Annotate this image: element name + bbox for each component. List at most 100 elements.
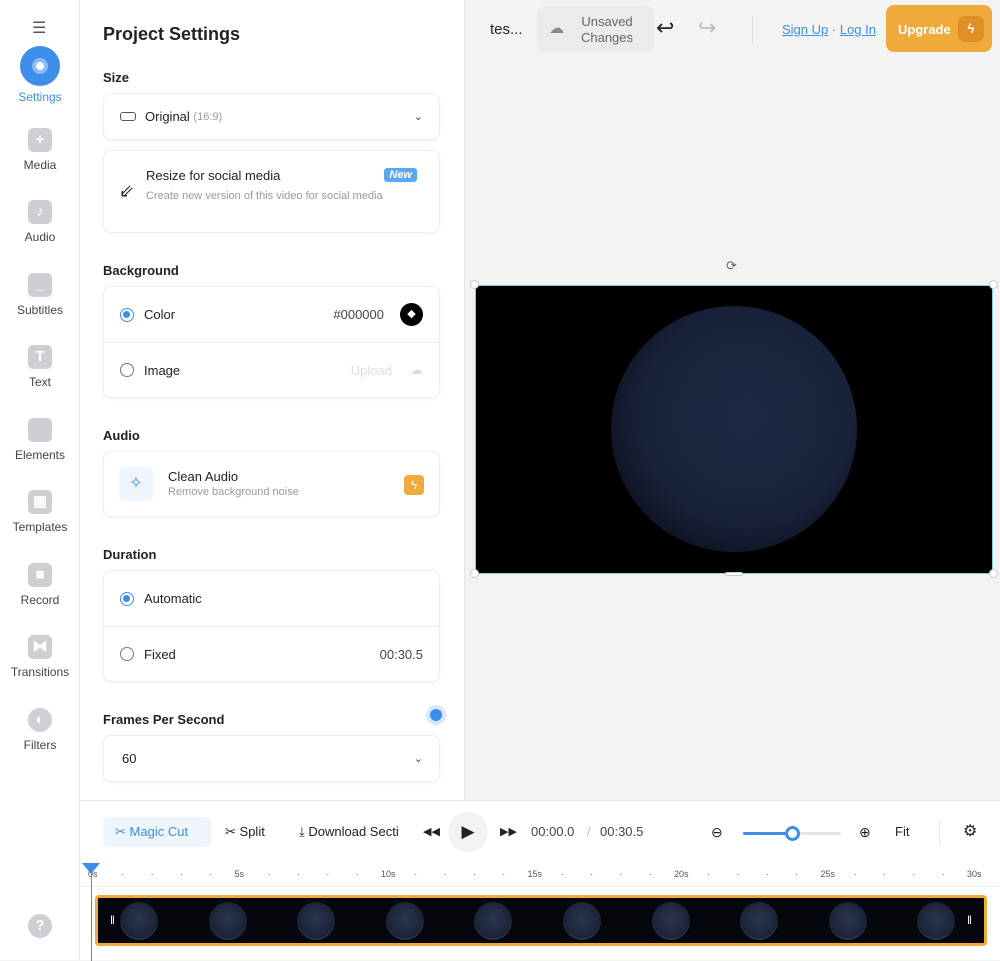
color-radio[interactable]: [120, 307, 134, 322]
music-icon: ♪: [28, 200, 52, 224]
playhead[interactable]: [82, 863, 100, 961]
clean-audio-card[interactable]: ✧ Clean Audio Remove background noise ϟ: [103, 451, 440, 517]
resize-handle[interactable]: [725, 572, 743, 576]
project-name[interactable]: tes...: [490, 21, 523, 38]
duration-fixed-option[interactable]: Fixed 00:30.5: [104, 626, 439, 681]
split-button[interactable]: ✂ Split: [225, 817, 265, 847]
menu-icon[interactable]: ☰: [32, 18, 47, 38]
zoom-out-icon[interactable]: ⊖: [711, 817, 723, 847]
resize-social-card[interactable]: ⇙ Resize for social media Create new ver…: [103, 150, 440, 233]
transitions-icon: ⧓: [28, 635, 52, 659]
sidebar-item-elements[interactable]: Elements: [0, 418, 80, 462]
divider: [939, 821, 940, 845]
rotate-icon[interactable]: ⟳: [726, 258, 737, 274]
clean-audio-title: Clean Audio: [168, 469, 239, 484]
sidebar-item-label: Filters: [23, 738, 57, 752]
fixed-duration-value[interactable]: 00:30.5: [380, 647, 423, 662]
resize-handle[interactable]: [989, 569, 998, 578]
sidebar-item-label: Templates: [12, 520, 68, 534]
ruler-tick: ·: [765, 869, 769, 879]
duration-card: Automatic Fixed 00:30.5: [103, 570, 440, 682]
redo-icon[interactable]: ↪: [698, 15, 716, 41]
log-in-link[interactable]: Log In: [840, 22, 876, 37]
page-title: Project Settings: [103, 24, 241, 44]
sidebar-item-label: Elements: [14, 448, 66, 462]
background-color-option[interactable]: Color #000000 ◆: [104, 287, 439, 342]
undo-icon[interactable]: ↩: [656, 15, 674, 41]
fps-select[interactable]: 60 ⌄: [103, 735, 440, 782]
play-button[interactable]: ▶: [448, 812, 488, 852]
filters-icon: ◐: [28, 708, 52, 732]
upgrade-button[interactable]: Upgrade ϟ: [886, 5, 992, 52]
fixed-label: Fixed: [144, 646, 176, 662]
background-card: Color #000000 ◆ Image Upload ☁: [103, 286, 440, 398]
ruler-tick: ·: [560, 869, 564, 879]
automatic-radio[interactable]: [120, 591, 134, 606]
sidebar-item-text[interactable]: T Text: [0, 345, 80, 389]
paint-bucket-icon[interactable]: ◆: [400, 303, 423, 326]
ruler-tick: ·: [150, 869, 154, 879]
clip-trim-handle-left[interactable]: ‖: [110, 913, 115, 927]
sidebar-item-label: Text: [28, 375, 51, 389]
text-icon: T: [28, 345, 52, 369]
separator: ·: [831, 22, 837, 37]
fit-button[interactable]: Fit: [895, 817, 909, 847]
background-image-option[interactable]: Image Upload ☁: [104, 342, 439, 397]
split-label: Split: [239, 824, 265, 839]
elements-icon: [28, 418, 52, 442]
resize-icon: ⇙: [119, 181, 135, 201]
video-preview[interactable]: [475, 285, 993, 574]
sidebar-item-filters[interactable]: ◐ Filters: [0, 708, 80, 752]
ruler-tick-label: 15s: [527, 869, 543, 879]
color-value: #000000: [333, 307, 384, 322]
ruler-tick: ·: [297, 869, 301, 879]
download-label: Download Secti: [308, 824, 399, 839]
rewind-icon[interactable]: ◀◀: [423, 817, 440, 847]
resize-handle[interactable]: [470, 569, 479, 578]
ruler-tick: ·: [502, 869, 506, 879]
ruler-tick-label: 25s: [820, 869, 836, 879]
fixed-radio[interactable]: [120, 647, 134, 661]
image-radio[interactable]: [120, 363, 134, 377]
video-clip[interactable]: ‖ ‖: [95, 895, 987, 946]
sidebar-item-transitions[interactable]: ⧓ Transitions: [0, 635, 80, 679]
sidebar-item-label: Media: [23, 158, 57, 172]
automatic-label: Automatic: [144, 591, 202, 606]
clean-audio-desc: Remove background noise: [168, 486, 299, 498]
sidebar-item-subtitles[interactable]: _ Subtitles: [0, 273, 80, 317]
earth-video-frame: [611, 306, 857, 552]
sidebar-item-record[interactable]: ■ Record: [0, 563, 80, 607]
sidebar-item-label: Subtitles: [16, 303, 64, 317]
sign-up-link[interactable]: Sign Up: [782, 22, 828, 37]
duration-label: Duration: [103, 547, 157, 562]
scissors-icon: ✂: [225, 824, 236, 839]
sidebar-item-settings[interactable]: Settings: [0, 46, 80, 104]
background-label: Background: [103, 263, 179, 278]
top-bar: tes... ☁ Unsaved Changes ↩ ↪ Sign Up · L…: [466, 0, 1000, 60]
divider: [752, 16, 753, 44]
sidebar-item-audio[interactable]: ♪ Audio: [0, 200, 80, 244]
ruler-tick: ·: [414, 869, 418, 879]
download-icon: ⤓: [299, 824, 305, 839]
gear-icon[interactable]: ⚙: [963, 817, 977, 847]
chevron-down-icon: ⌄: [413, 753, 423, 765]
sidebar-item-media[interactable]: + Media: [0, 128, 80, 172]
help-icon[interactable]: ?: [28, 914, 52, 938]
ruler-tick: ·: [590, 869, 594, 879]
zoom-slider[interactable]: [743, 826, 841, 841]
ruler-tick: ·: [443, 869, 447, 879]
upload-button[interactable]: Upload: [351, 363, 392, 378]
magic-cut-button[interactable]: ✂ Magic Cut: [103, 817, 211, 847]
resize-handle[interactable]: [470, 280, 479, 289]
size-select[interactable]: Original (16:9) ⌄: [103, 93, 440, 140]
sidebar-item-templates[interactable]: ▦ Templates: [0, 490, 80, 534]
fast-forward-icon[interactable]: ▶▶: [500, 817, 517, 847]
resize-title: Resize for social media: [146, 168, 281, 183]
ruler-tick: ·: [472, 869, 476, 879]
duration-automatic-option[interactable]: Automatic: [104, 571, 439, 626]
zoom-in-icon[interactable]: ⊕: [859, 817, 871, 847]
ruler-tick: ·: [355, 869, 359, 879]
clip-trim-handle-right[interactable]: ‖: [967, 913, 972, 927]
resize-handle[interactable]: [989, 280, 998, 289]
download-section-button[interactable]: ⤓ Download Secti: [299, 817, 421, 847]
